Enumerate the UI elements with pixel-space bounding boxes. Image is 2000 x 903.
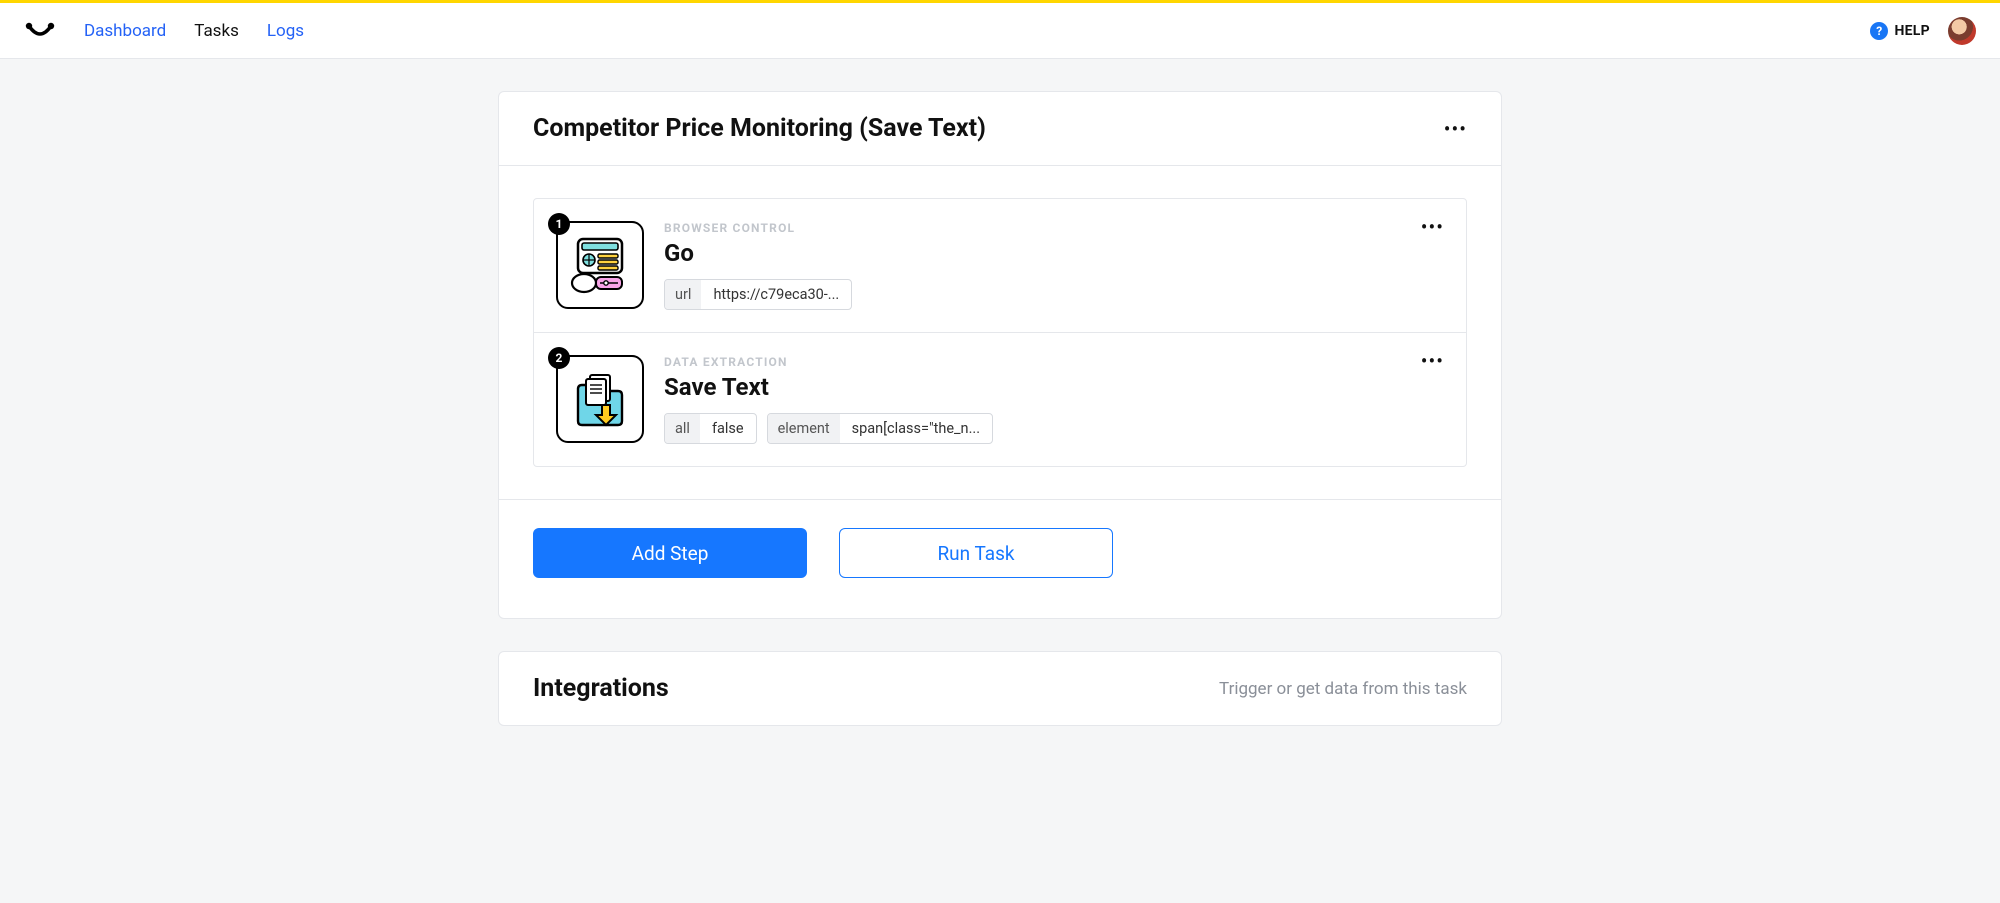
- step-item[interactable]: 2: [534, 332, 1466, 466]
- help-button[interactable]: ? HELP: [1870, 22, 1930, 40]
- app-logo[interactable]: [24, 15, 56, 47]
- help-label: HELP: [1894, 23, 1930, 39]
- param-key: element: [768, 414, 840, 443]
- run-task-button[interactable]: Run Task: [839, 528, 1113, 578]
- param-key: all: [665, 414, 700, 443]
- param-value: span[class="the_n...: [840, 414, 992, 443]
- steps-list: 1: [533, 198, 1467, 467]
- nav-tasks[interactable]: Tasks: [194, 21, 239, 41]
- step-category: BROWSER CONTROL: [664, 221, 1444, 235]
- user-avatar[interactable]: [1948, 17, 1976, 45]
- step-name: Save Text: [664, 373, 1444, 401]
- task-menu-button[interactable]: •••: [1444, 119, 1467, 139]
- nav-dashboard[interactable]: Dashboard: [84, 21, 166, 41]
- step-menu-button[interactable]: •••: [1421, 217, 1444, 237]
- task-card: Competitor Price Monitoring (Save Text) …: [498, 91, 1502, 619]
- step-menu-button[interactable]: •••: [1421, 351, 1444, 371]
- step-item[interactable]: 1: [534, 199, 1466, 332]
- task-title: Competitor Price Monitoring (Save Text): [533, 114, 986, 143]
- step-number-badge: 1: [548, 213, 570, 235]
- step-category: DATA EXTRACTION: [664, 355, 1444, 369]
- integrations-subtitle: Trigger or get data from this task: [1219, 679, 1467, 699]
- step-number-badge: 2: [548, 347, 570, 369]
- param-value: false: [700, 414, 756, 443]
- browser-control-icon: [556, 221, 644, 309]
- add-step-button[interactable]: Add Step: [533, 528, 807, 578]
- param-chip[interactable]: element span[class="the_n...: [767, 413, 993, 444]
- main-nav: Dashboard Tasks Logs: [84, 21, 304, 41]
- step-name: Go: [664, 239, 1444, 267]
- param-value: https://c79eca30-...: [701, 280, 851, 309]
- integrations-title: Integrations: [533, 674, 669, 703]
- param-chip[interactable]: url https://c79eca30-...: [664, 279, 852, 310]
- help-icon: ?: [1870, 22, 1888, 40]
- data-extraction-icon: [556, 355, 644, 443]
- param-chip[interactable]: all false: [664, 413, 757, 444]
- integrations-card: Integrations Trigger or get data from th…: [498, 651, 1502, 726]
- nav-logs[interactable]: Logs: [267, 21, 304, 41]
- param-key: url: [665, 280, 701, 309]
- topbar: Dashboard Tasks Logs ? HELP: [0, 3, 2000, 59]
